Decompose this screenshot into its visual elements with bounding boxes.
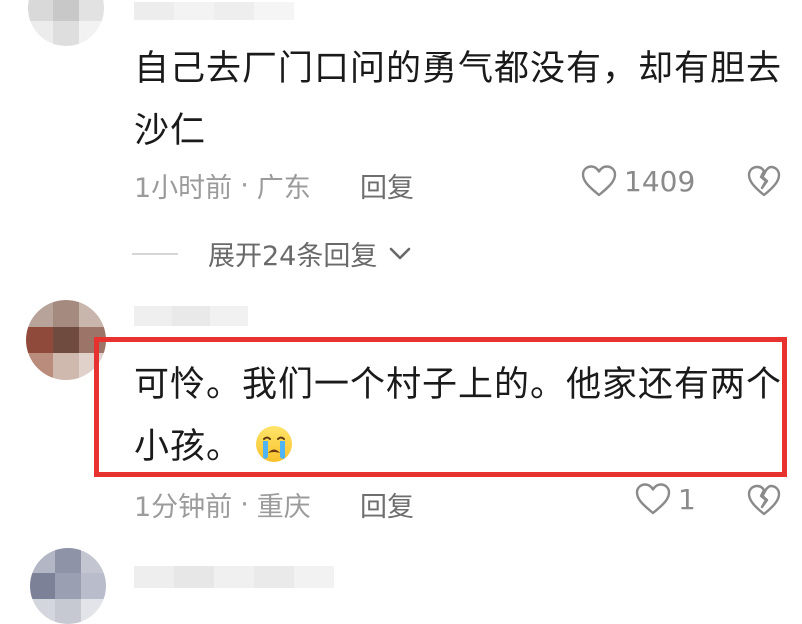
avatar[interactable] <box>28 0 104 46</box>
comment-meta: 1小时前 · 广东 <box>134 166 311 205</box>
expand-replies-label: 展开24条回复 <box>208 241 378 272</box>
dislike-button[interactable] <box>746 483 782 521</box>
username-blurred[interactable] <box>134 306 248 326</box>
divider <box>132 252 178 255</box>
comment-meta: 1分钟前 · 重庆 <box>134 485 311 524</box>
comment-location: 重庆 <box>256 492 311 523</box>
username-blurred[interactable] <box>134 566 334 588</box>
broken-heart-icon <box>747 165 781 197</box>
comment-time: 1分钟前 <box>134 492 233 523</box>
like-count: 1 <box>678 482 696 516</box>
expand-replies-button[interactable]: 展开24条回复 <box>132 234 411 273</box>
chevron-down-icon <box>390 247 411 259</box>
reply-button[interactable]: 回复 <box>360 485 414 524</box>
broken-heart-icon <box>747 484 781 516</box>
reply-button[interactable]: 回复 <box>360 166 414 205</box>
comment-location: 广东 <box>256 173 311 204</box>
comment-text: 自己去厂门口问的勇气都没有，却有胆去 沙仁 <box>134 38 782 162</box>
avatar[interactable] <box>30 548 106 624</box>
heart-icon <box>581 165 617 197</box>
like-count: 1409 <box>624 164 696 198</box>
dislike-button[interactable] <box>746 164 782 202</box>
username-blurred[interactable] <box>134 2 294 20</box>
like-button[interactable]: 1409 <box>580 164 695 198</box>
like-button[interactable]: 1 <box>634 482 696 516</box>
heart-icon <box>635 483 671 515</box>
meta-separator: · <box>240 170 249 201</box>
highlight-box <box>94 337 787 477</box>
meta-separator: · <box>240 489 249 520</box>
comment-text-line: 沙仁 <box>134 111 207 151</box>
comment-time: 1小时前 <box>134 173 233 204</box>
comment-text-line: 自己去厂门口问的勇气都没有，却有胆去 <box>134 49 783 89</box>
